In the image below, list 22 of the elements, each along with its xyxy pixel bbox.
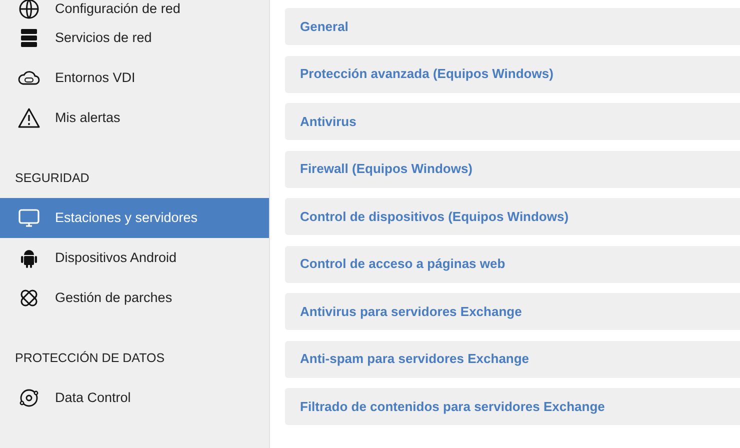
sidebar-item[interactable]: Dispositivos Android [0,238,269,278]
sidebar-item[interactable]: Mis alertas [0,98,269,138]
accordion-header[interactable]: Anti-spam para servidores Exchange [285,340,740,378]
accordion-header[interactable]: Control de acceso a páginas web [285,246,740,282]
sidebar-item[interactable]: Servicios de red [0,18,269,58]
monitor-icon [17,206,41,230]
accordion-header[interactable]: General [285,8,740,45]
sidebar-item[interactable]: Estaciones y servidores [0,198,269,238]
accordion-header[interactable]: Control de dispositivos (Equipos Windows) [285,198,740,235]
globe-icon [17,0,41,21]
accordion-header[interactable]: Antivirus [285,103,740,140]
warning-icon [17,106,41,130]
sidebar-item[interactable]: Data Control [0,378,269,418]
sidebar-item[interactable]: Entornos VDI [0,58,269,98]
section-heading: PROTECCIÓN DE DATOS [15,350,165,368]
accordion-header[interactable]: Antivirus para servidores Exchange [285,293,740,330]
section-heading: SEGURIDAD [15,170,90,188]
sidebar-item[interactable]: Gestión de parches [0,278,269,318]
accordion-header[interactable]: Firewall (Equipos Windows) [285,150,740,188]
sidebar-item[interactable]: Configuración de red [0,0,269,18]
accordion-header[interactable]: Filtrado de contenidos para servidores Exchange [285,388,740,425]
accordion-header[interactable]: Protección avanzada (Equipos Windows) [285,56,740,92]
